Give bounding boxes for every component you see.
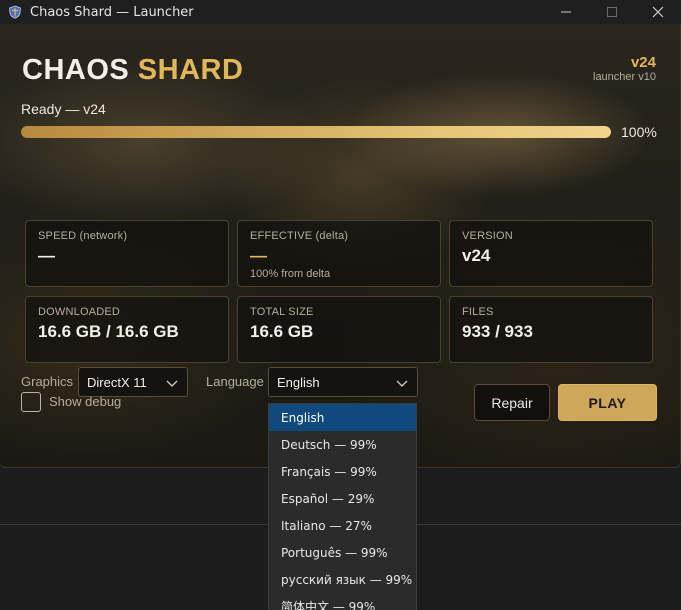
effective-sub: 100% from delta [250, 268, 331, 280]
minimize-icon [561, 11, 571, 13]
maximize-button[interactable] [589, 0, 635, 24]
version-card: VERSION v24 [449, 220, 653, 287]
version-label: VERSION [462, 230, 513, 242]
status-text: Ready — v24 [21, 101, 106, 117]
brand-word-2: SHARD [137, 54, 244, 86]
files-value: 933 / 933 [462, 322, 533, 341]
language-option-francais[interactable]: Français — 99% [269, 458, 416, 485]
language-value: English [277, 374, 320, 390]
brand-logo: CHAOS SHARD [22, 54, 243, 87]
graphics-value: DirectX 11 [87, 374, 147, 390]
language-dropdown: English Deutsch — 99% Français — 99% Esp… [268, 403, 417, 610]
progress-percent: 100% [621, 124, 657, 140]
language-option-portugues[interactable]: Português — 99% [269, 539, 416, 566]
language-option-russian[interactable]: русский язык — 99% [269, 566, 416, 593]
launcher-panel: CHAOS SHARD v24 launcher v10 Ready — v24… [0, 24, 681, 468]
graphics-label: Graphics [21, 374, 74, 389]
graphics-select[interactable]: DirectX 11 [78, 367, 188, 397]
downloaded-value: 16.6 GB / 16.6 GB [38, 322, 179, 341]
total-size-label: TOTAL SIZE [250, 306, 314, 318]
files-card: FILES 933 / 933 [449, 296, 653, 363]
repair-button[interactable]: Repair [474, 384, 550, 421]
close-icon [652, 6, 664, 18]
downloaded-card: DOWNLOADED 16.6 GB / 16.6 GB [25, 296, 229, 363]
debug-checkbox[interactable] [21, 392, 41, 412]
title-bar[interactable]: Chaos Shard — Launcher [0, 0, 681, 24]
play-button[interactable]: PLAY [558, 384, 657, 421]
effective-value: — [250, 246, 267, 265]
language-select[interactable]: English [268, 367, 418, 397]
total-size-card: TOTAL SIZE 16.6 GB [237, 296, 441, 363]
language-option-chinese[interactable]: 简体中文 — 99% [269, 593, 416, 610]
language-label: Language [206, 374, 264, 389]
shield-icon [9, 5, 21, 19]
chevron-down-icon [166, 380, 178, 387]
close-button[interactable] [635, 0, 681, 24]
brand-word-1: CHAOS [22, 54, 130, 86]
language-option-deutsch[interactable]: Deutsch — 99% [269, 431, 416, 458]
chevron-down-icon [396, 380, 408, 387]
progress-fill [21, 126, 611, 138]
game-version: v24 [630, 54, 656, 71]
language-option-italiano[interactable]: Italiano — 27% [269, 512, 416, 539]
effective-card: EFFECTIVE (delta) — 100% from delta [237, 220, 441, 287]
language-option-espanol[interactable]: Español — 29% [269, 485, 416, 512]
version-value: v24 [462, 246, 491, 265]
files-label: FILES [462, 306, 494, 318]
minimize-button[interactable] [543, 0, 589, 24]
effective-label: EFFECTIVE (delta) [250, 230, 349, 242]
maximize-icon [607, 7, 617, 17]
window-title: Chaos Shard — Launcher [30, 4, 194, 20]
downloaded-label: DOWNLOADED [38, 306, 121, 318]
speed-label: SPEED (network) [38, 230, 128, 242]
speed-card: SPEED (network) — [25, 220, 229, 287]
language-option-english[interactable]: English [269, 404, 416, 431]
launcher-version: launcher v10 [593, 71, 656, 83]
progress-bar [21, 126, 611, 138]
debug-label: Show debug [49, 394, 122, 409]
speed-value: — [38, 246, 55, 265]
total-size-value: 16.6 GB [250, 322, 314, 341]
